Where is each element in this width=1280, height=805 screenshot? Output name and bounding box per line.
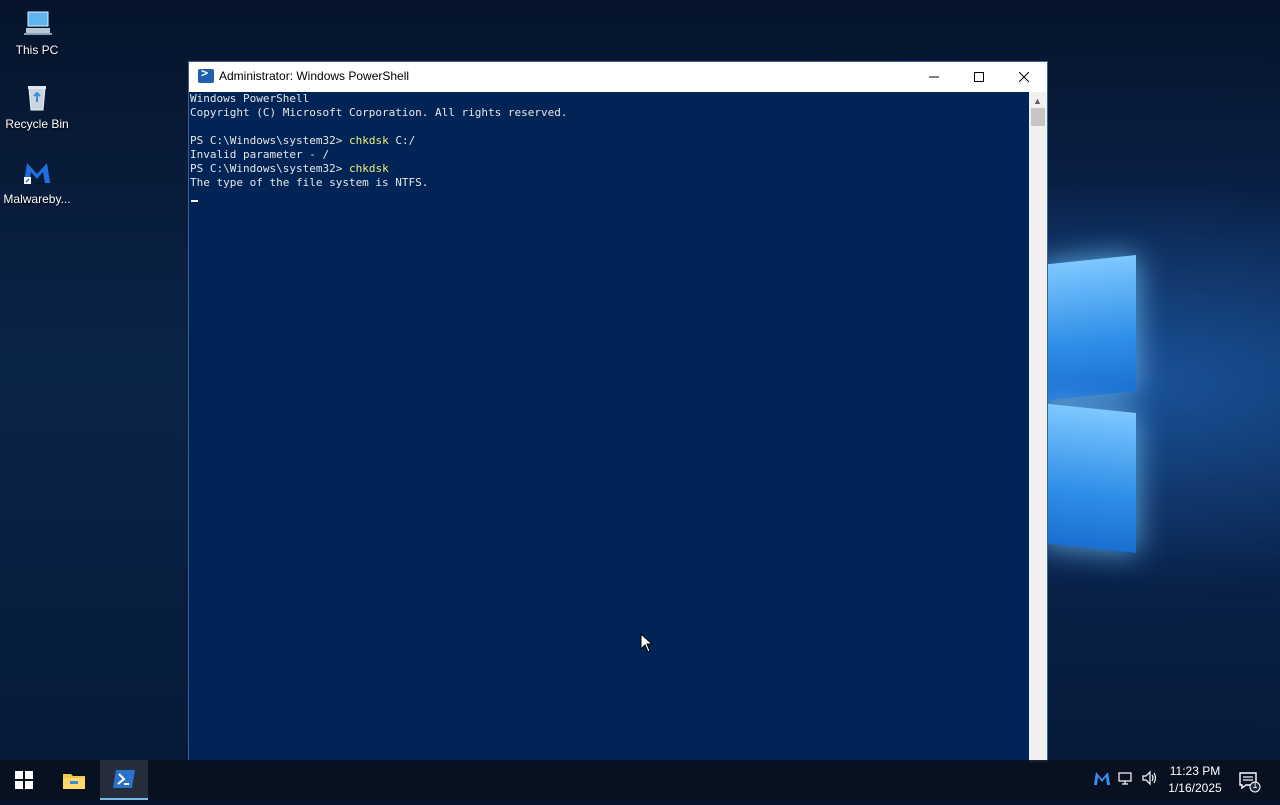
powershell-window[interactable]: > Administrator: Windows PowerShell Wind…	[189, 62, 1047, 762]
console-line: The type of the file system is NTFS.	[190, 176, 429, 189]
text-cursor	[191, 200, 198, 202]
taskbar: 11:23 PM 1/16/2025 1	[0, 760, 1280, 800]
desktop-icon-recycle-bin[interactable]: Recycle Bin	[0, 82, 74, 131]
notification-count: 1	[1252, 780, 1258, 790]
this-pc-icon	[21, 8, 53, 40]
desktop-icon-this-pc[interactable]: This PC	[0, 8, 74, 57]
taskbar-powershell[interactable]	[100, 760, 148, 800]
action-center-button[interactable]: 1	[1232, 760, 1270, 800]
file-explorer-icon	[63, 774, 85, 789]
console-line: Windows PowerShell	[190, 92, 310, 105]
desktop-icon-label: This PC	[15, 43, 59, 57]
scroll-up-arrow-icon[interactable]: ▲	[1033, 96, 1042, 106]
maximize-icon	[974, 72, 984, 82]
notification-icon	[1239, 772, 1261, 793]
command-text: chkdsk	[348, 162, 389, 175]
desktop-icon-malwarebytes[interactable]: Malwareby...	[0, 157, 74, 206]
console-line: Invalid parameter - /	[190, 148, 330, 161]
taskbar-file-explorer[interactable]	[50, 760, 98, 800]
start-button[interactable]	[0, 760, 48, 800]
desktop-icon-label: Recycle Bin	[5, 117, 69, 131]
console-line: PS C:\Windows\system32> chkdsk	[190, 162, 389, 175]
recycle-bin-icon	[21, 82, 53, 114]
maximize-button[interactable]	[956, 62, 1002, 92]
vertical-scrollbar[interactable]: ▲	[1029, 92, 1047, 762]
console-line: Copyright (C) Microsoft Corporation. All…	[190, 106, 568, 119]
taskbar-clock[interactable]: 11:23 PM 1/16/2025	[1164, 763, 1226, 797]
malwarebytes-tray-icon[interactable]	[1092, 770, 1112, 790]
minimize-button[interactable]	[911, 62, 957, 92]
scrollbar-thumb[interactable]	[1031, 108, 1045, 126]
command-text: chkdsk	[348, 134, 389, 147]
desktop-icon-label: Malwareby...	[3, 192, 71, 206]
volume-icon[interactable]	[1140, 770, 1160, 790]
windows-wallpaper-logo	[1040, 240, 1140, 560]
clock-time: 11:23 PM	[1169, 764, 1221, 778]
windows-start-icon	[15, 771, 33, 789]
minimize-icon	[929, 76, 939, 78]
console-line: PS C:\Windows\system32> chkdsk C:/	[190, 134, 416, 147]
close-button[interactable]	[1001, 62, 1047, 92]
clock-date: 1/16/2025	[1168, 781, 1222, 795]
powershell-icon	[113, 770, 135, 788]
powershell-icon: >	[198, 66, 214, 83]
console-output[interactable]: Windows PowerShell Copyright (C) Microso…	[190, 92, 1028, 760]
malwarebytes-icon	[21, 157, 53, 189]
window-title: Administrator: Windows PowerShell	[219, 69, 410, 83]
network-icon[interactable]	[1116, 770, 1136, 790]
mouse-pointer-icon	[640, 633, 654, 653]
close-icon	[1019, 72, 1029, 82]
window-titlebar[interactable]: > Administrator: Windows PowerShell	[189, 62, 1047, 92]
